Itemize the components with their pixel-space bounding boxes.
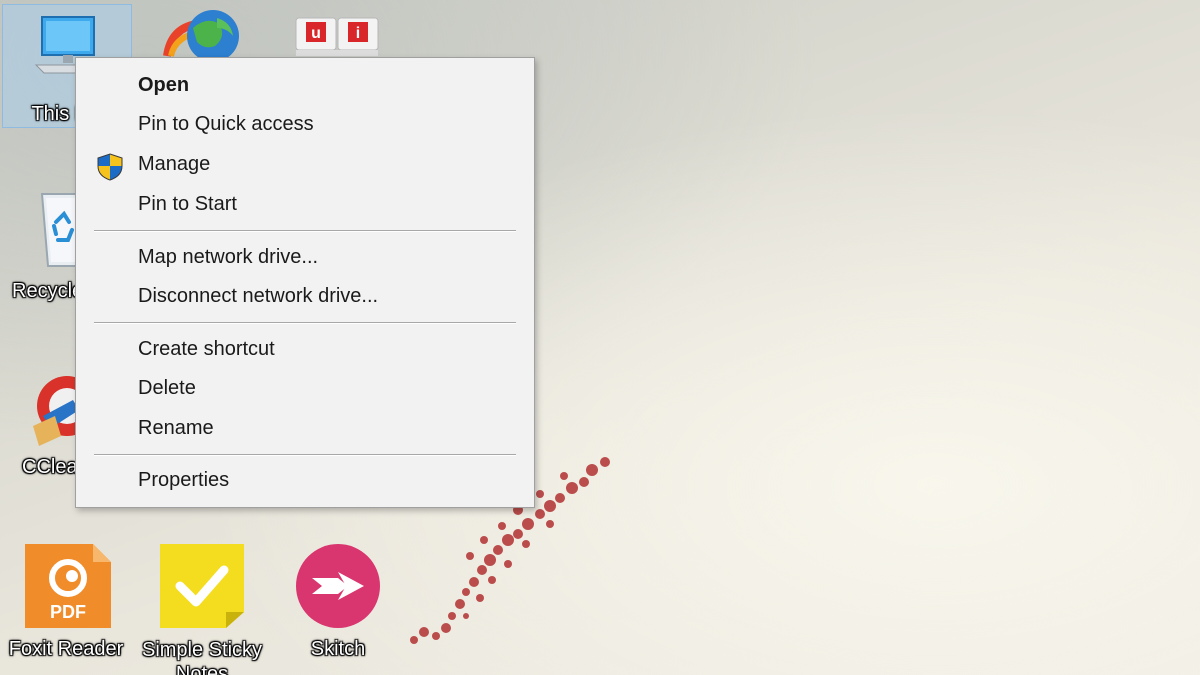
foxit-reader-icon: PDF (23, 542, 113, 635)
menu-separator (94, 322, 516, 324)
menu-item-label: Rename (138, 417, 214, 439)
sticky-notes-icon (158, 542, 246, 635)
menu-item-properties[interactable]: Properties (78, 461, 532, 499)
menu-item-create-shortcut[interactable]: Create shortcut (78, 330, 532, 368)
menu-item-label: Delete (138, 377, 196, 399)
unikey-icon: u i (294, 14, 380, 63)
menu-separator (94, 454, 516, 456)
skitch-icon (294, 542, 382, 635)
menu-item-label: Properties (138, 469, 230, 491)
menu-separator (94, 230, 516, 232)
desktop-icon-foxit-reader[interactable]: PDF Foxit Reader (6, 536, 130, 666)
unikey-letter-u: u (311, 25, 321, 42)
desktop-icon-download-manager[interactable] (140, 0, 264, 62)
desktop-icon-label: Simple Sticky Notes (141, 639, 263, 675)
menu-item-pin-to-quick-access[interactable]: Pin to Quick access (78, 105, 532, 143)
menu-item-label: Pin to Start (138, 193, 237, 215)
menu-item-label: Disconnect network drive... (138, 285, 379, 307)
uac-shield-icon (97, 153, 123, 181)
menu-item-map-network-drive[interactable]: Map network drive... (78, 238, 532, 276)
menu-item-label: Manage (138, 153, 211, 175)
menu-item-label: Pin to Quick access (138, 113, 314, 135)
pdf-badge-text: PDF (50, 602, 86, 622)
desktop-icon-label: Foxit Reader (8, 638, 124, 660)
desktop-icon-skitch[interactable]: Skitch (276, 536, 400, 666)
menu-item-disconnect-network-drive[interactable]: Disconnect network drive... (78, 277, 532, 315)
menu-item-pin-to-start[interactable]: Pin to Start (78, 185, 532, 223)
menu-item-label: Open (138, 74, 190, 96)
menu-item-manage[interactable]: Manage (78, 145, 532, 183)
menu-item-label: Map network drive... (138, 246, 319, 268)
context-menu: Open Pin to Quick access Manage Pin to S… (75, 57, 535, 508)
menu-item-open[interactable]: Open (78, 66, 532, 104)
menu-item-delete[interactable]: Delete (78, 369, 532, 407)
desktop-icon-sticky-notes[interactable]: Simple Sticky Notes (140, 536, 264, 675)
menu-item-rename[interactable]: Rename (78, 409, 532, 447)
desktop[interactable]: This PC u i Recycle Bin CCleaner PDF Fox… (0, 0, 1200, 675)
desktop-icon-label: Skitch (310, 638, 366, 660)
menu-item-label: Create shortcut (138, 338, 275, 360)
unikey-letter-i: i (356, 25, 360, 42)
desktop-icon-unikey[interactable]: u i (275, 0, 399, 58)
